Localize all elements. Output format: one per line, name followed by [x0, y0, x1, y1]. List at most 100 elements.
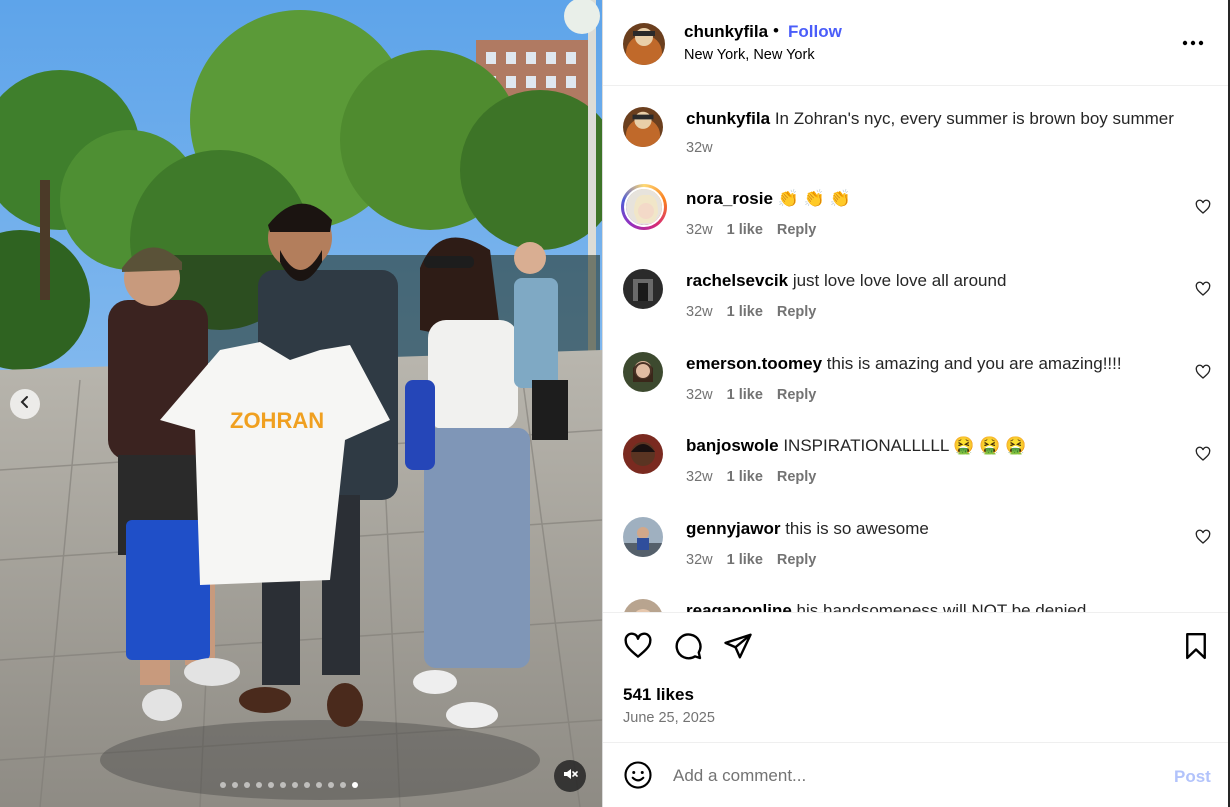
- more-options-button[interactable]: [1181, 30, 1205, 54]
- comment-row: gennyjawor this is so awesome 32w 1 like…: [603, 517, 1229, 577]
- caption-meta: 32w: [686, 140, 713, 156]
- reply-button[interactable]: Reply: [777, 304, 817, 320]
- caption-row: chunkyfila In Zohran's nyc, every summer…: [603, 107, 1229, 167]
- comment-likes[interactable]: 1 like: [727, 469, 763, 485]
- caption-time[interactable]: 32w: [686, 140, 713, 156]
- comment-body: INSPIRATIONALLLLL 🤮 🤮 🤮: [783, 436, 1027, 455]
- comment-body: 👏 👏 👏: [777, 189, 851, 208]
- post-actions: 541 likes June 25, 2025: [603, 612, 1229, 742]
- comment-row: rachelsevcik just love love love all aro…: [603, 269, 1229, 329]
- post-photo: ZOHRAN: [0, 0, 602, 807]
- muted-speaker-icon: [562, 766, 578, 787]
- comment-like-button[interactable]: [1195, 446, 1211, 462]
- comment-time[interactable]: 32w: [686, 469, 713, 485]
- svg-text:ZOHRAN: ZOHRAN: [230, 408, 324, 433]
- comment-like-button[interactable]: [1195, 529, 1211, 545]
- chevron-left-icon: [18, 395, 32, 414]
- caption-text: chunkyfila In Zohran's nyc, every summer…: [686, 109, 1174, 129]
- heart-icon: [1195, 446, 1211, 466]
- previous-slide-button[interactable]: [10, 389, 40, 419]
- emoji-button[interactable]: [623, 760, 653, 790]
- comment-avatar[interactable]: [623, 269, 663, 309]
- comment-username[interactable]: gennyjawor: [686, 519, 780, 538]
- comment-meta: 32w 1 like Reply: [686, 304, 816, 320]
- likes-count[interactable]: 541 likes: [623, 685, 694, 705]
- comment-text: nora_rosie 👏 👏 👏: [686, 189, 851, 209]
- post-header: chunkyfila • Follow New York, New York: [603, 0, 1229, 86]
- mute-button[interactable]: [554, 760, 586, 792]
- carousel-dot: [304, 782, 310, 788]
- comment-meta: 32w 1 like Reply: [686, 552, 816, 568]
- carousel-dot: [244, 782, 250, 788]
- comment-avatar[interactable]: [623, 599, 663, 612]
- comment-row: nora_rosie 👏 👏 👏 32w 1 like Reply: [603, 184, 1229, 247]
- like-button[interactable]: [623, 631, 653, 661]
- comment-likes[interactable]: 1 like: [727, 552, 763, 568]
- carousel-dot: [328, 782, 334, 788]
- comment-like-button[interactable]: [1195, 199, 1211, 215]
- post-location[interactable]: New York, New York: [684, 47, 815, 63]
- comment-likes[interactable]: 1 like: [727, 222, 763, 238]
- carousel-dot: [292, 782, 298, 788]
- comment-avatar[interactable]: [624, 187, 664, 227]
- post-media[interactable]: ZOHRAN: [0, 0, 602, 807]
- comment-icon: [673, 633, 703, 665]
- heart-icon: [1195, 364, 1211, 384]
- comment-body: this is amazing and you are amazing!!!!: [826, 354, 1122, 373]
- comment-body: just love love love all around: [792, 271, 1007, 290]
- comment-time[interactable]: 32w: [686, 552, 713, 568]
- author-avatar[interactable]: [623, 23, 665, 65]
- post-comment-button[interactable]: Post: [1174, 767, 1211, 787]
- comment-time[interactable]: 32w: [686, 222, 713, 238]
- comments-list[interactable]: chunkyfila In Zohran's nyc, every summer…: [603, 87, 1229, 612]
- comment-row: emerson.toomey this is amazing and you a…: [603, 352, 1229, 412]
- carousel-indicator: [220, 782, 358, 788]
- share-button[interactable]: [723, 631, 753, 661]
- caption-avatar[interactable]: [623, 107, 663, 147]
- comment-username[interactable]: emerson.toomey: [686, 354, 822, 373]
- comment-body: this is so awesome: [785, 519, 929, 538]
- emoji-icon: [623, 761, 653, 794]
- comment-row: reaganonline his handsomeness will NOT b…: [603, 599, 1229, 612]
- comment-body: his handsomeness will NOT be denied: [796, 601, 1087, 612]
- reply-button[interactable]: Reply: [777, 222, 817, 238]
- comment-likes[interactable]: 1 like: [727, 304, 763, 320]
- caption-username[interactable]: chunkyfila: [686, 109, 770, 128]
- comment-text: gennyjawor this is so awesome: [686, 519, 929, 539]
- comment-button[interactable]: [673, 631, 703, 661]
- comment-avatar[interactable]: [623, 434, 663, 474]
- follow-button[interactable]: Follow: [788, 22, 842, 42]
- carousel-dot: [280, 782, 286, 788]
- carousel-dot: [232, 782, 238, 788]
- heart-icon: [623, 632, 653, 665]
- comment-username[interactable]: rachelsevcik: [686, 271, 788, 290]
- comment-text: banjoswole INSPIRATIONALLLLL 🤮 🤮 🤮: [686, 436, 1026, 456]
- comment-meta: 32w 1 like Reply: [686, 222, 816, 238]
- carousel-dot: [268, 782, 274, 788]
- reply-button[interactable]: Reply: [777, 469, 817, 485]
- post-date[interactable]: June 25, 2025: [623, 710, 715, 726]
- comment-likes[interactable]: 1 like: [727, 387, 763, 403]
- heart-icon: [1195, 199, 1211, 219]
- comment-like-button[interactable]: [1195, 364, 1211, 380]
- share-icon: [723, 633, 753, 665]
- comment-time[interactable]: 32w: [686, 304, 713, 320]
- comment-text: emerson.toomey this is amazing and you a…: [686, 354, 1122, 374]
- comment-like-button[interactable]: [1195, 281, 1211, 297]
- comment-avatar[interactable]: [623, 352, 663, 392]
- comment-time[interactable]: 32w: [686, 387, 713, 403]
- reply-button[interactable]: Reply: [777, 552, 817, 568]
- comment-username[interactable]: reaganonline: [686, 601, 792, 612]
- bookmark-icon: [1181, 632, 1211, 665]
- carousel-dot: [340, 782, 346, 788]
- author-username[interactable]: chunkyfila: [684, 22, 768, 42]
- post-panel: chunkyfila • Follow New York, New York c…: [602, 0, 1229, 807]
- save-button[interactable]: [1181, 631, 1211, 661]
- comment-username[interactable]: banjoswole: [686, 436, 779, 455]
- comment-avatar[interactable]: [623, 517, 663, 557]
- carousel-dot: [316, 782, 322, 788]
- carousel-dot: [352, 782, 358, 788]
- comment-input[interactable]: [673, 761, 1153, 791]
- comment-username[interactable]: nora_rosie: [686, 189, 773, 208]
- reply-button[interactable]: Reply: [777, 387, 817, 403]
